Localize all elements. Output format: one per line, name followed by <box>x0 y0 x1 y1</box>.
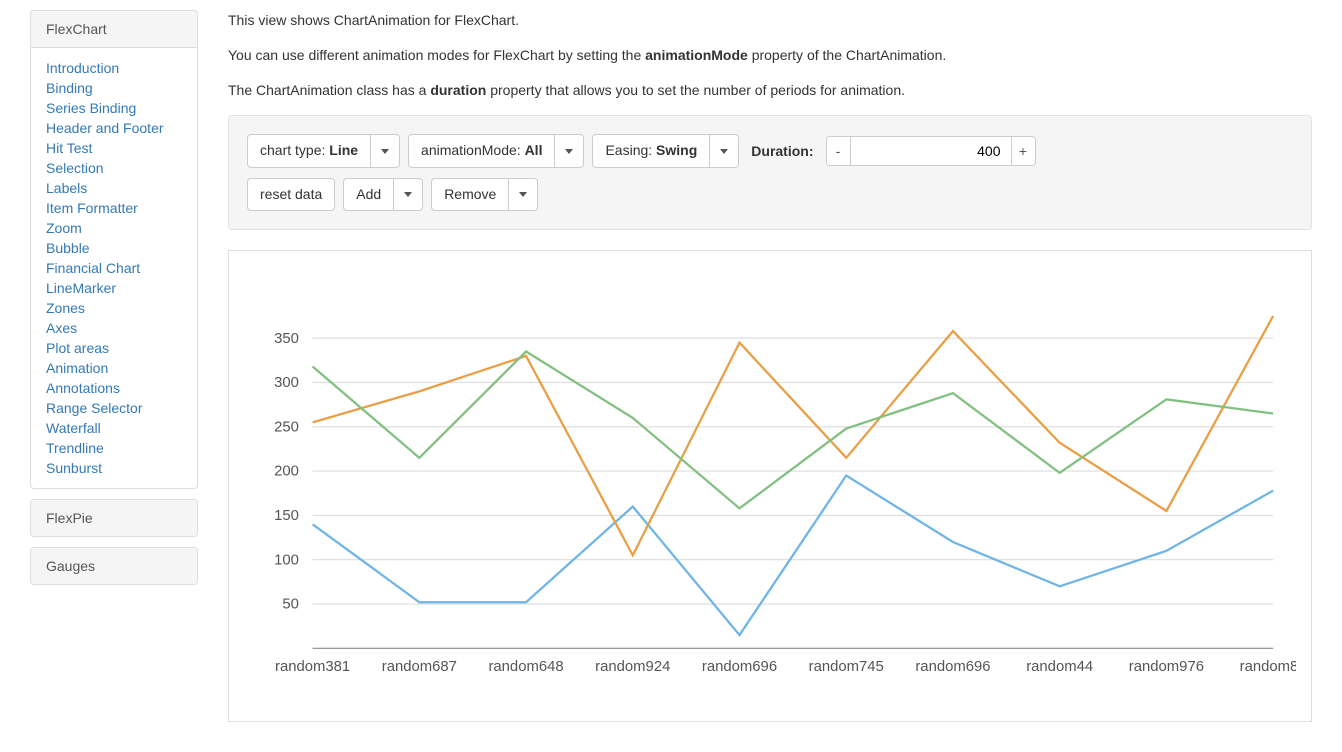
y-tick-label: 350 <box>274 331 299 347</box>
x-tick-label: random696 <box>702 659 777 675</box>
sidebar-link-waterfall[interactable]: Waterfall <box>46 418 182 438</box>
x-tick-label: random924 <box>595 659 670 675</box>
duration-input[interactable] <box>851 137 1011 165</box>
controls-panel: chart type: Line animationMode: All Easi… <box>228 115 1312 230</box>
sidebar-link-axes[interactable]: Axes <box>46 318 182 338</box>
duration-spinner[interactable]: - + <box>826 136 1036 166</box>
sidebar-link-trendline[interactable]: Trendline <box>46 438 182 458</box>
easing-caret[interactable] <box>710 134 739 168</box>
sidebar-panel-header[interactable]: FlexChart <box>31 11 197 48</box>
series-series3 <box>313 352 1274 509</box>
sidebar-panel-header[interactable]: FlexPie <box>31 500 197 536</box>
y-tick-label: 250 <box>274 420 299 436</box>
series-series2 <box>313 316 1274 555</box>
chart-type-caret[interactable] <box>371 134 400 168</box>
y-tick-label: 150 <box>274 508 299 524</box>
sidebar: FlexChartIntroductionBindingSeries Bindi… <box>30 10 198 722</box>
sidebar-link-series-binding[interactable]: Series Binding <box>46 98 182 118</box>
sidebar-link-bubble[interactable]: Bubble <box>46 238 182 258</box>
y-tick-label: 300 <box>274 375 299 391</box>
x-tick-label: random381 <box>275 659 350 675</box>
chart-type-dropdown[interactable]: chart type: Line <box>247 134 400 168</box>
add-caret[interactable] <box>394 178 423 212</box>
intro-line-1: This view shows ChartAnimation for FlexC… <box>228 10 1312 31</box>
main-content: This view shows ChartAnimation for FlexC… <box>228 10 1312 722</box>
sidebar-link-financial-chart[interactable]: Financial Chart <box>46 258 182 278</box>
caret-down-icon <box>381 149 389 154</box>
chart-type-button[interactable]: chart type: Line <box>247 134 371 168</box>
line-chart: 50 100 150 200 250 300 350 random381 random687 ra… <box>244 271 1296 706</box>
sidebar-link-zones[interactable]: Zones <box>46 298 182 318</box>
remove-button[interactable]: Remove <box>431 178 509 212</box>
duration-decrement-button[interactable]: - <box>827 137 851 165</box>
caret-down-icon <box>404 192 412 197</box>
sidebar-link-item-formatter[interactable]: Item Formatter <box>46 198 182 218</box>
sidebar-link-linemarker[interactable]: LineMarker <box>46 278 182 298</box>
add-dropdown[interactable]: Add <box>343 178 423 212</box>
easing-button[interactable]: Easing: Swing <box>592 134 710 168</box>
sidebar-link-selection[interactable]: Selection <box>46 158 182 178</box>
sidebar-link-hit-test[interactable]: Hit Test <box>46 138 182 158</box>
caret-down-icon <box>720 149 728 154</box>
sidebar-link-labels[interactable]: Labels <box>46 178 182 198</box>
caret-down-icon <box>565 149 573 154</box>
duration-increment-button[interactable]: + <box>1011 137 1035 165</box>
sidebar-panel-flexpie: FlexPie <box>30 499 198 537</box>
animation-mode-dropdown[interactable]: animationMode: All <box>408 134 584 168</box>
sidebar-link-sunburst[interactable]: Sunburst <box>46 458 182 478</box>
x-tick-label: random648 <box>488 659 563 675</box>
remove-caret[interactable] <box>509 178 538 212</box>
y-tick-label: 200 <box>274 464 299 480</box>
x-tick-label: random687 <box>382 659 457 675</box>
sidebar-link-binding[interactable]: Binding <box>46 78 182 98</box>
sidebar-panel-body: IntroductionBindingSeries BindingHeader … <box>31 48 197 488</box>
y-tick-label: 100 <box>274 552 299 568</box>
x-tick-label: random44 <box>1026 659 1093 675</box>
x-tick-label: random85 <box>1240 659 1296 675</box>
sidebar-link-animation[interactable]: Animation <box>46 358 182 378</box>
x-tick-label: random976 <box>1129 659 1204 675</box>
animation-mode-button[interactable]: animationMode: All <box>408 134 555 168</box>
y-tick-label: 50 <box>282 597 299 613</box>
remove-dropdown[interactable]: Remove <box>431 178 538 212</box>
intro-line-3: The ChartAnimation class has a duration … <box>228 80 1312 101</box>
x-tick-label: random696 <box>915 659 990 675</box>
series-series1 <box>313 476 1274 636</box>
x-tick-label: random745 <box>809 659 884 675</box>
intro-line-2: You can use different animation modes fo… <box>228 45 1312 66</box>
sidebar-panel-header[interactable]: Gauges <box>31 548 197 584</box>
chart-container: 50 100 150 200 250 300 350 random381 random687 ra… <box>228 250 1312 722</box>
intro-text: This view shows ChartAnimation for FlexC… <box>228 10 1312 101</box>
sidebar-link-introduction[interactable]: Introduction <box>46 58 182 78</box>
sidebar-panel-flexchart: FlexChartIntroductionBindingSeries Bindi… <box>30 10 198 489</box>
animation-mode-caret[interactable] <box>555 134 584 168</box>
sidebar-link-range-selector[interactable]: Range Selector <box>46 398 182 418</box>
sidebar-link-zoom[interactable]: Zoom <box>46 218 182 238</box>
add-button[interactable]: Add <box>343 178 394 212</box>
easing-dropdown[interactable]: Easing: Swing <box>592 134 739 168</box>
sidebar-panel-gauges: Gauges <box>30 547 198 585</box>
caret-down-icon <box>519 192 527 197</box>
sidebar-link-annotations[interactable]: Annotations <box>46 378 182 398</box>
duration-label: Duration: <box>751 143 813 159</box>
sidebar-link-header-and-footer[interactable]: Header and Footer <box>46 118 182 138</box>
sidebar-link-plot-areas[interactable]: Plot areas <box>46 338 182 358</box>
reset-data-button[interactable]: reset data <box>247 178 335 212</box>
